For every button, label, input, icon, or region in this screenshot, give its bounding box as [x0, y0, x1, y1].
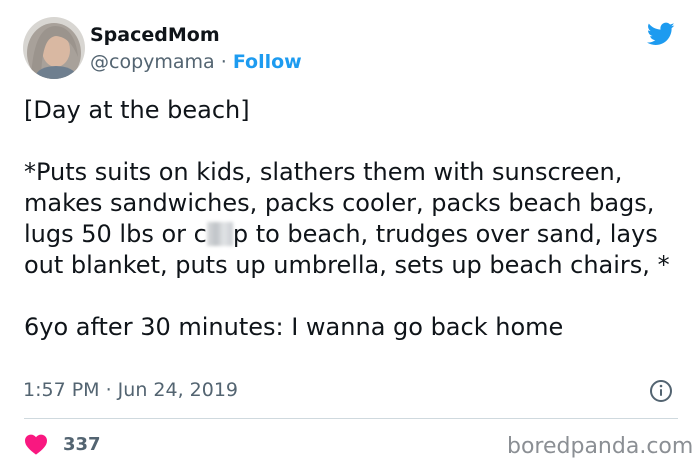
like-count: 337 [63, 433, 101, 455]
like-button[interactable]: 337 [24, 430, 101, 458]
heart-icon [25, 434, 47, 455]
author-handle-row: @copymama · Follow [90, 50, 302, 74]
author-name[interactable]: SpacedMom [90, 23, 220, 47]
avatar-image [23, 17, 85, 79]
twitter-bird-icon[interactable] [645, 20, 677, 48]
tweet-text: [Day at the beach] *Puts suits on kids, … [24, 95, 674, 343]
tweet-card: SpacedMom @copymama · Follow [Day at the… [0, 0, 700, 471]
divider [24, 418, 678, 419]
handle-separator: · [214, 51, 233, 73]
info-icon[interactable] [649, 379, 673, 403]
follow-button[interactable]: Follow [233, 51, 302, 73]
avatar[interactable] [23, 17, 85, 79]
watermark: boredpanda.com [507, 434, 694, 459]
tweet-timestamp[interactable]: 1:57 PM · Jun 24, 2019 [23, 378, 238, 402]
tweet-text-line-3: 6yo after 30 minutes: I wanna go back ho… [24, 313, 564, 341]
author-handle[interactable]: @copymama [90, 51, 215, 73]
tweet-text-line-1: [Day at the beach] [24, 96, 250, 124]
censored-word-blur [206, 222, 233, 246]
